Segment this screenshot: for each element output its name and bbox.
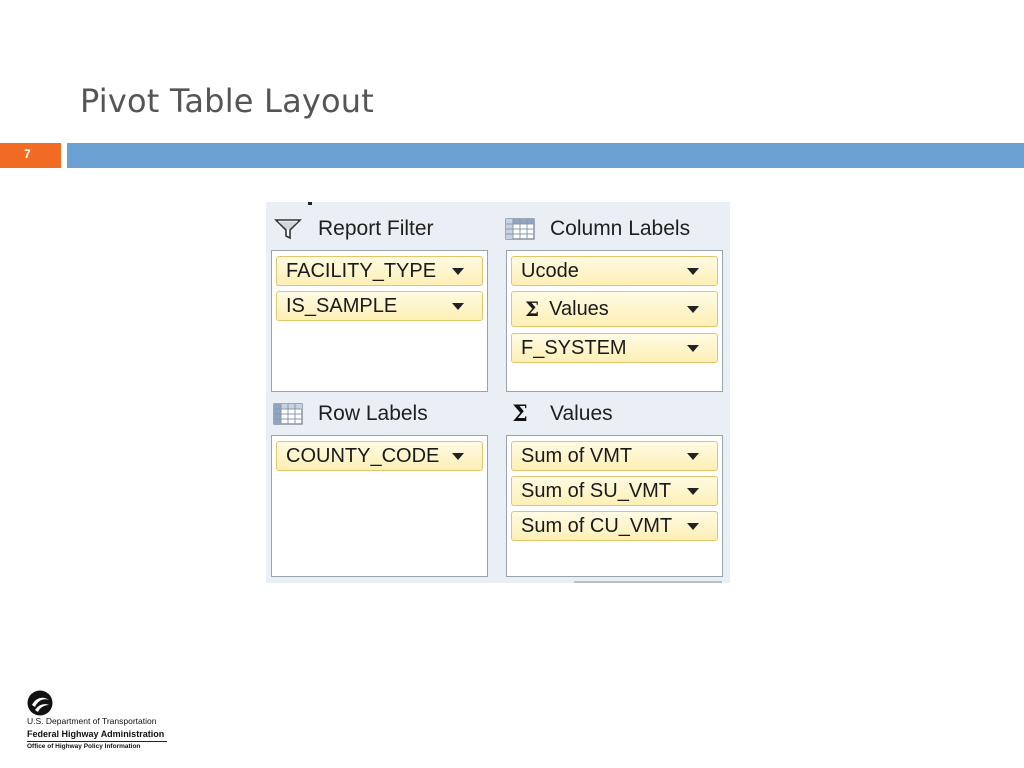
field-label: Ucode	[521, 259, 579, 282]
chevron-down-icon[interactable]	[687, 453, 699, 460]
column-labels-label: Column Labels	[550, 217, 691, 240]
field-chip-ucode[interactable]: Ucode	[511, 256, 718, 286]
chevron-down-icon[interactable]	[687, 488, 699, 495]
field-label: IS_SAMPLE	[286, 294, 398, 317]
report-filter-drop-area[interactable]: FACILITY_TYPE IS_SAMPLE	[271, 250, 488, 392]
sigma-icon: Σ	[525, 297, 540, 321]
field-chip-county-code[interactable]: COUNTY_CODE	[276, 441, 483, 471]
field-chip-facility-type[interactable]: FACILITY_TYPE	[276, 256, 483, 286]
panel-bottom-line	[574, 581, 722, 583]
slide-title: Pivot Table Layout	[80, 82, 375, 120]
dot-logo	[27, 690, 53, 716]
field-label: FACILITY_TYPE	[286, 259, 437, 282]
values-label: Values	[550, 402, 613, 425]
field-label: Sum of SU_VMT	[521, 479, 672, 502]
slide-number: 7	[0, 143, 61, 168]
field-chip-f-system[interactable]: F_SYSTEM	[511, 333, 718, 363]
column-labels-drop-area[interactable]: Ucode Σ Values F_SYSTEM	[506, 250, 723, 392]
chevron-down-icon[interactable]	[687, 268, 699, 275]
footer-agency: Federal Highway Administration	[27, 729, 165, 739]
chevron-down-icon[interactable]	[687, 523, 699, 530]
pivot-field-layout-panel: Report Filter Column Labels FACILITY_TYP…	[266, 202, 730, 583]
field-chip-sum-of-vmt[interactable]: Sum of VMT	[511, 441, 718, 471]
sigma-icon: Σ	[512, 401, 528, 427]
table-grid-icon	[504, 217, 536, 241]
report-filter-header: Report Filter	[272, 214, 434, 244]
chevron-down-icon[interactable]	[452, 453, 464, 460]
column-labels-header: Column Labels	[504, 214, 690, 244]
chevron-down-icon[interactable]	[687, 306, 699, 313]
field-chip-sum-of-su-vmt[interactable]: Sum of SU_VMT	[511, 476, 718, 506]
row-labels-drop-area[interactable]: COUNTY_CODE	[271, 435, 488, 577]
panel-notch	[308, 202, 312, 205]
table-grid-icon	[272, 402, 304, 426]
chevron-down-icon[interactable]	[452, 303, 464, 310]
row-labels-label: Row Labels	[318, 402, 428, 425]
footer-office: Office of Highway Policy Information	[27, 743, 141, 750]
field-chip-is-sample[interactable]: IS_SAMPLE	[276, 291, 483, 321]
chevron-down-icon[interactable]	[452, 268, 464, 275]
row-labels-header: Row Labels	[272, 399, 428, 429]
values-header: Σ Values	[504, 399, 613, 429]
field-label: Sum of VMT	[521, 444, 633, 467]
title-rule-bar	[67, 143, 1024, 168]
footer-department: U.S. Department of Transportation	[27, 716, 157, 726]
values-drop-area[interactable]: Sum of VMT Sum of SU_VMT Sum of CU_VMT	[506, 435, 723, 577]
report-filter-label: Report Filter	[318, 217, 434, 240]
filter-funnel-icon	[272, 217, 304, 241]
field-label: F_SYSTEM	[521, 336, 627, 359]
field-chip-values[interactable]: Σ Values	[511, 291, 718, 327]
field-label: COUNTY_CODE	[286, 444, 440, 467]
field-label: Sum of CU_VMT	[521, 514, 673, 537]
footer-divider	[27, 741, 167, 742]
field-label: Values	[549, 297, 609, 320]
chevron-down-icon[interactable]	[687, 345, 699, 352]
field-chip-sum-of-cu-vmt[interactable]: Sum of CU_VMT	[511, 511, 718, 541]
